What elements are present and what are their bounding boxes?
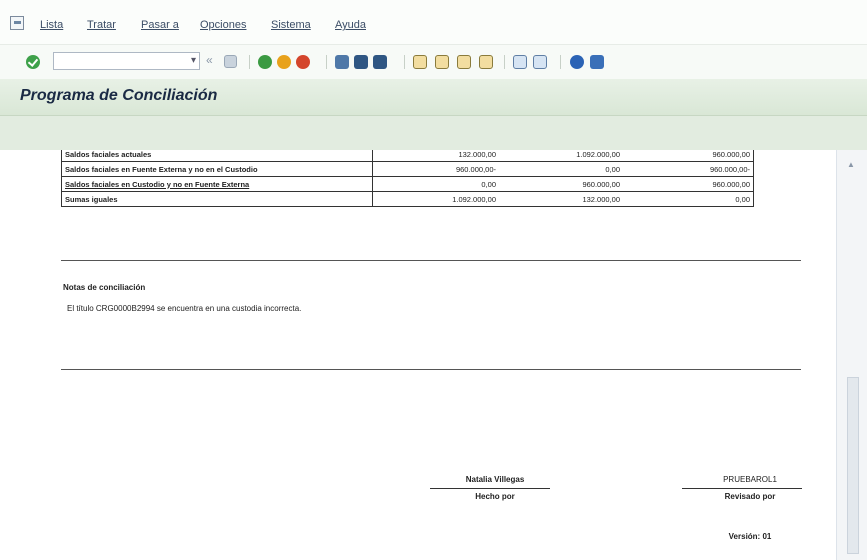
menu-tratar[interactable]: Tratar (87, 19, 116, 31)
save-icon[interactable] (224, 55, 237, 68)
version-label: Versión: 01 (728, 532, 772, 541)
back-icon[interactable] (258, 55, 272, 69)
row-label: Saldos faciales en Fuente Externa y no e… (61, 161, 373, 177)
scrollbar-thumb[interactable] (847, 377, 859, 554)
cell-value: 960.000,00 (499, 176, 623, 192)
cell-value: 132.000,00 (499, 191, 623, 207)
ok-icon[interactable] (26, 55, 40, 69)
table-row: Sumas iguales 1.092.000,00 132.000,00 0,… (61, 191, 754, 207)
menu-bar: Lista Tratar Pasar a Opciones Sistema Ay… (0, 0, 867, 44)
menu-ayuda[interactable]: Ayuda (335, 19, 366, 31)
toolbar-separator (404, 55, 405, 69)
collapse-icon[interactable]: « (206, 53, 213, 67)
signature-line (430, 488, 550, 489)
toolbar-separator (249, 55, 250, 69)
report-area: Saldos faciales actuales 132.000,00 1.09… (0, 150, 836, 560)
row-label: Saldos faciales actuales (61, 150, 373, 162)
signature-line (682, 488, 802, 489)
cell-value: 960.000,00 (623, 176, 754, 192)
toolbar-separator (326, 55, 327, 69)
menu-pasar-a[interactable]: Pasar a (141, 19, 179, 31)
title-bar: Programa de Conciliación (0, 79, 867, 116)
find-icon[interactable] (354, 55, 368, 69)
menu-exit-icon[interactable] (10, 16, 24, 30)
table-row: Saldos faciales en Fuente Externa y no e… (61, 161, 754, 177)
help-icon[interactable] (570, 55, 584, 69)
toolbar-separator (560, 55, 561, 69)
notes-text: El título CRG0000B2994 se encuentra en u… (67, 304, 302, 313)
shortcut-icon[interactable] (533, 55, 547, 69)
table-row: Saldos faciales actuales 132.000,00 1.09… (61, 150, 754, 162)
standard-toolbar: ▾ « (0, 44, 867, 80)
last-page-icon[interactable] (479, 55, 493, 69)
exit-icon[interactable] (277, 55, 291, 69)
row-label: Saldos faciales en Custodio y no en Fuen… (61, 176, 373, 192)
made-by-label: Hecho por (475, 492, 515, 501)
notes-title: Notas de conciliación (63, 283, 146, 292)
print-icon[interactable] (335, 55, 349, 69)
customize-layout-icon[interactable] (590, 55, 604, 69)
cancel-icon[interactable] (296, 55, 310, 69)
cell-value: 1.092.000,00 (372, 191, 499, 207)
reconciliation-table: Saldos faciales actuales 132.000,00 1.09… (61, 150, 754, 207)
cell-value: 0,00 (623, 191, 754, 207)
divider (61, 260, 801, 261)
made-by-name: Natalia Villegas (465, 475, 525, 484)
find-next-icon[interactable] (373, 55, 387, 69)
divider (61, 369, 801, 370)
reviewed-by-name: PRUEBAROL1 (723, 475, 777, 484)
toolbar-separator (504, 55, 505, 69)
previous-page-icon[interactable] (435, 55, 449, 69)
command-field[interactable]: ▾ (53, 52, 200, 70)
menu-sistema[interactable]: Sistema (271, 19, 311, 31)
row-label: Sumas iguales (61, 191, 373, 207)
cell-value: 960.000,00- (623, 161, 754, 177)
vertical-scrollbar[interactable]: ▲ (836, 150, 867, 560)
menu-lista[interactable]: Lista (40, 19, 63, 31)
cell-value: 960.000,00 (623, 150, 754, 162)
cell-value: 132.000,00 (372, 150, 499, 162)
scroll-up-icon[interactable]: ▲ (847, 160, 855, 169)
cell-value: 0,00 (372, 176, 499, 192)
create-session-icon[interactable] (513, 55, 527, 69)
reviewed-by-label: Revisado por (724, 492, 776, 501)
page-title: Programa de Conciliación (20, 87, 218, 104)
first-page-icon[interactable] (413, 55, 427, 69)
application-toolbar (0, 116, 867, 150)
menu-opciones[interactable]: Opciones (200, 19, 246, 31)
command-dropdown-icon[interactable]: ▾ (191, 55, 196, 66)
table-row: Saldos faciales en Custodio y no en Fuen… (61, 176, 754, 192)
cell-value: 960.000,00- (372, 161, 499, 177)
cell-value: 0,00 (499, 161, 623, 177)
cell-value: 1.092.000,00 (499, 150, 623, 162)
next-page-icon[interactable] (457, 55, 471, 69)
